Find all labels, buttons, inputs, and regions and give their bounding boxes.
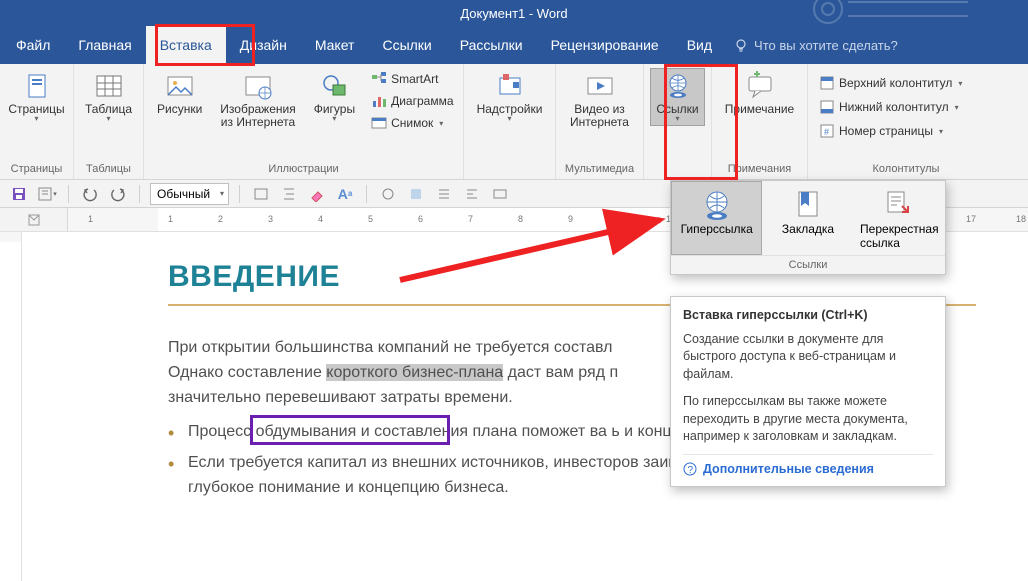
table-button[interactable]: Таблица bbox=[80, 68, 137, 126]
qat-font[interactable]: Aa bbox=[334, 183, 356, 205]
addins-button[interactable]: Надстройки bbox=[470, 68, 549, 126]
qat-btn-7[interactable] bbox=[489, 183, 511, 205]
tab-insert[interactable]: Вставка bbox=[146, 26, 226, 64]
save-icon bbox=[11, 186, 27, 202]
svg-text:?: ? bbox=[688, 465, 694, 476]
vertical-ruler[interactable] bbox=[0, 232, 22, 581]
shapes-icon bbox=[319, 71, 349, 101]
titlebar-decoration bbox=[788, 0, 1008, 24]
tab-home[interactable]: Главная bbox=[64, 26, 145, 64]
shapes-button[interactable]: Фигуры bbox=[307, 68, 362, 134]
undo-icon bbox=[82, 186, 98, 202]
globe-link-icon bbox=[663, 71, 693, 101]
style-selector[interactable]: Обычный▾ bbox=[150, 183, 229, 205]
qat-btn-5[interactable] bbox=[433, 183, 455, 205]
qat-eraser[interactable] bbox=[306, 183, 328, 205]
hyperlink-button[interactable]: Гиперссылка bbox=[671, 181, 762, 255]
smartart-button[interactable]: SmartArt bbox=[366, 68, 458, 90]
pagenum-icon: # bbox=[819, 123, 835, 139]
help-icon: ? bbox=[683, 462, 697, 476]
chart-icon bbox=[371, 93, 387, 109]
picture-icon bbox=[165, 71, 195, 101]
tellme-label: Что вы хотите сделать? bbox=[754, 38, 898, 53]
tab-design[interactable]: Дизайн bbox=[226, 26, 301, 64]
tab-mailings[interactable]: Рассылки bbox=[446, 26, 537, 64]
video-icon bbox=[585, 71, 615, 101]
tab-file[interactable]: Файл bbox=[2, 26, 64, 64]
tab-review[interactable]: Рецензирование bbox=[537, 26, 673, 64]
links-group-label: Ссылки bbox=[671, 255, 945, 274]
undo-button[interactable] bbox=[79, 183, 101, 205]
screenshot-button[interactable]: Снимок▾ bbox=[366, 112, 458, 134]
tooltip-p1: Создание ссылки в документе для быстрого… bbox=[683, 331, 933, 384]
svg-text:#: # bbox=[824, 127, 829, 137]
qat-btn-6[interactable] bbox=[461, 183, 483, 205]
screenshot-icon bbox=[371, 115, 387, 131]
tell-me[interactable]: Что вы хотите сделать? bbox=[734, 38, 898, 53]
selected-text: короткого бизнес-плана bbox=[326, 364, 503, 381]
save-button[interactable] bbox=[8, 183, 30, 205]
header-button[interactable]: Верхний колонтитул▾ bbox=[814, 72, 998, 94]
redo-button[interactable] bbox=[107, 183, 129, 205]
ribbon: Страницы Страницы Таблица Таблицы Рисунк… bbox=[0, 64, 1028, 180]
links-gallery-popup: Гиперссылка Закладка Перекрестная ссылка… bbox=[670, 180, 946, 275]
links-button[interactable]: Ссылки bbox=[650, 68, 705, 126]
qat-btn-1[interactable] bbox=[250, 183, 272, 205]
tooltip-p2: По гиперссылкам вы также можете переходи… bbox=[683, 393, 933, 446]
eraser-icon bbox=[309, 186, 325, 202]
table-icon bbox=[94, 71, 124, 101]
chart-button[interactable]: Диаграмма bbox=[366, 90, 458, 112]
online-pictures-button[interactable]: Изображения из Интернета bbox=[213, 68, 302, 134]
bookmark-button[interactable]: Закладка bbox=[762, 181, 853, 255]
tooltip-more-link[interactable]: ? Дополнительные сведения bbox=[683, 454, 933, 479]
titlebar: Документ1 - Word bbox=[0, 0, 1028, 26]
document-title: Документ1 - Word bbox=[460, 6, 567, 21]
comment-icon bbox=[745, 71, 775, 101]
tooltip-title: Вставка гиперссылки (Ctrl+K) bbox=[683, 307, 933, 325]
pictures-button[interactable]: Рисунки bbox=[150, 68, 209, 134]
tab-view[interactable]: Вид bbox=[673, 26, 726, 64]
crossref-icon bbox=[882, 188, 916, 222]
online-picture-icon bbox=[243, 71, 273, 101]
page-icon bbox=[23, 71, 51, 101]
header-icon bbox=[819, 75, 835, 91]
saveas-icon bbox=[37, 186, 53, 202]
tab-references[interactable]: Ссылки bbox=[368, 26, 445, 64]
qat-btn-4[interactable] bbox=[405, 183, 427, 205]
redo-icon bbox=[110, 186, 126, 202]
ruler-corner[interactable] bbox=[0, 208, 68, 231]
footer-button[interactable]: Нижний колонтитул▾ bbox=[814, 96, 998, 118]
online-video-button[interactable]: Видео из Интернета bbox=[562, 68, 637, 132]
comment-button[interactable]: Примечание bbox=[718, 68, 801, 119]
addins-icon bbox=[495, 71, 525, 101]
footer-icon bbox=[819, 99, 835, 115]
hyperlink-tooltip: Вставка гиперссылки (Ctrl+K) Создание сс… bbox=[670, 296, 946, 487]
saveas-button[interactable]: ▾ bbox=[36, 183, 58, 205]
ribbon-tabs: Файл Главная Вставка Дизайн Макет Ссылки… bbox=[0, 26, 1028, 64]
tab-layout[interactable]: Макет bbox=[301, 26, 369, 64]
pagenum-button[interactable]: # Номер страницы▾ bbox=[814, 120, 998, 142]
qat-btn-2[interactable] bbox=[278, 183, 300, 205]
bookmark-icon bbox=[791, 188, 825, 222]
bulb-icon bbox=[734, 38, 748, 52]
qat-btn-3[interactable] bbox=[377, 183, 399, 205]
crossref-button[interactable]: Перекрестная ссылка bbox=[854, 181, 945, 255]
hyperlink-icon bbox=[700, 188, 734, 222]
pages-button[interactable]: Страницы bbox=[6, 68, 67, 126]
smartart-icon bbox=[371, 71, 387, 87]
